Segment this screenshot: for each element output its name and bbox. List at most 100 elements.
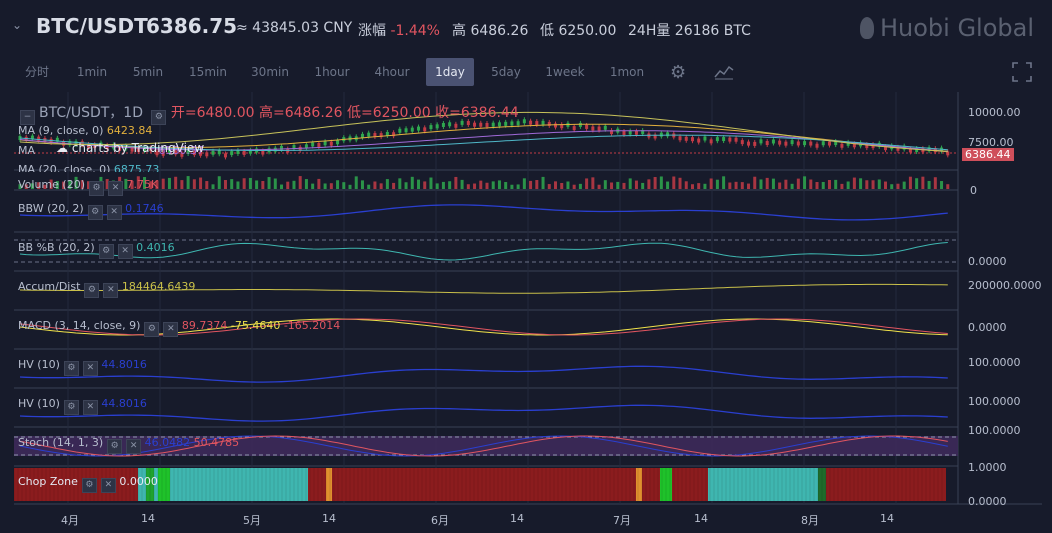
tf-5min[interactable]: 5min (128, 58, 168, 86)
settings-icon[interactable]: ⚙ (89, 181, 104, 196)
candle-body (784, 141, 788, 146)
price-chart[interactable] (10, 92, 1042, 530)
accum-value: 184464.6439 (121, 280, 196, 293)
tf-1min[interactable]: 1min (72, 58, 112, 86)
candle-body (666, 132, 670, 137)
high-stat: 高 6486.26 (452, 20, 528, 40)
tf-5day[interactable]: 5day (488, 58, 524, 86)
tf-time[interactable]: 分时 (18, 58, 56, 86)
candle-body (803, 141, 807, 146)
macd-value-1: 89.7374 (181, 319, 228, 332)
close-icon[interactable]: ✕ (126, 439, 142, 454)
candle-body (529, 120, 533, 125)
close-icon[interactable]: ✕ (103, 283, 119, 298)
volume-bar (417, 179, 421, 189)
close-icon[interactable]: ✕ (82, 400, 98, 415)
volume-bar (572, 184, 576, 189)
volume-bar (678, 177, 682, 189)
chevron-down-icon[interactable]: ⌄ (12, 18, 22, 32)
candle-body (541, 120, 545, 125)
volume-bar (248, 177, 252, 189)
volume-bar (199, 177, 203, 189)
tf-1hour[interactable]: 1hour (310, 58, 354, 86)
candle-body (740, 140, 744, 145)
collapse-icon[interactable]: − (20, 110, 35, 125)
ma2-label: MA (18, 144, 36, 157)
close-icon[interactable]: ✕ (82, 361, 98, 376)
volume-bar (379, 183, 383, 189)
chop-zone-segment (708, 468, 818, 501)
volume-bar (553, 181, 557, 189)
volume-bar (392, 182, 396, 189)
tf-4hour[interactable]: 4hour (370, 58, 414, 86)
candle-body (678, 136, 682, 141)
accum-legend: Accum/Dist ⚙ ✕ 184464.6439 (18, 280, 195, 298)
ma1-value: 6423.84 (106, 124, 153, 137)
volume-bar (466, 184, 470, 189)
candle-body (747, 141, 751, 146)
volume-bar (180, 180, 184, 189)
fullscreen-icon[interactable] (1012, 62, 1032, 82)
volume-bar (255, 180, 259, 189)
candle-body (367, 132, 371, 137)
volume-bar (504, 182, 508, 189)
volume-bar (242, 178, 246, 189)
candle-body (815, 143, 819, 148)
volume-bar (933, 177, 937, 189)
settings-icon[interactable]: ⚙ (81, 478, 97, 493)
x-label: 4月 (61, 514, 79, 527)
tf-30min[interactable]: 30min (248, 58, 292, 86)
candle-body (211, 150, 215, 155)
y-tick-chop-1: 1.0000 (968, 461, 1007, 474)
candle-body (429, 125, 433, 130)
x-label: 14 (694, 512, 708, 525)
candle-body (697, 138, 701, 143)
tf-1week[interactable]: 1week (542, 58, 588, 86)
settings-icon[interactable]: ⚙ (107, 439, 123, 454)
change-stat: 涨幅 -1.44% (358, 20, 440, 40)
tf-1mon[interactable]: 1mon (606, 58, 648, 86)
tf-1day[interactable]: 1day (426, 58, 474, 86)
settings-icon[interactable]: ⚙ (87, 205, 103, 220)
candle-body (840, 143, 844, 148)
low-label: 低 (540, 23, 554, 39)
chop-legend: Chop Zone ⚙ ✕ 0.0000 (18, 475, 158, 493)
close-icon[interactable]: ✕ (163, 322, 179, 337)
settings-icon[interactable]: ⚙ (84, 283, 100, 298)
gear-icon[interactable]: ⚙ (670, 62, 686, 83)
pair-selector[interactable]: BTC/USDT (36, 14, 148, 38)
volume-bar (522, 178, 526, 189)
volume-bar (404, 182, 408, 189)
volume-bar (510, 184, 514, 189)
settings-icon[interactable]: ⚙ (63, 361, 79, 376)
close-icon[interactable]: ✕ (106, 205, 122, 220)
tf-15min[interactable]: 15min (186, 58, 230, 86)
settings-icon[interactable]: ⚙ (144, 322, 160, 337)
volume-bar (280, 184, 284, 189)
y-tick-volume: 0 (970, 184, 977, 197)
volume-bar (759, 179, 763, 189)
candle-body (765, 141, 769, 146)
close-icon[interactable]: ✕ (117, 244, 133, 259)
candle-body (759, 139, 763, 144)
close-icon[interactable]: ✕ (100, 478, 116, 493)
candle-body (336, 140, 340, 145)
candle-body (205, 152, 209, 157)
indicators-icon[interactable] (714, 64, 734, 80)
volume-bar (186, 176, 190, 189)
volume-bar (560, 182, 564, 189)
x-label: 8月 (801, 514, 819, 527)
main-open: 开=6480.00 (170, 105, 255, 121)
candle-body (821, 141, 825, 146)
volume-bar (809, 179, 813, 189)
volume-bar (354, 176, 358, 189)
volume-bar (634, 180, 638, 189)
volume-bar (578, 183, 582, 189)
settings-icon[interactable]: ⚙ (63, 400, 79, 415)
close-icon[interactable]: ✕ (108, 181, 123, 196)
settings-icon[interactable]: ⚙ (151, 110, 167, 125)
volume-bar (940, 181, 944, 189)
volume-bar (211, 184, 215, 189)
settings-icon[interactable]: ⚙ (98, 244, 114, 259)
volume-bar (765, 177, 769, 189)
